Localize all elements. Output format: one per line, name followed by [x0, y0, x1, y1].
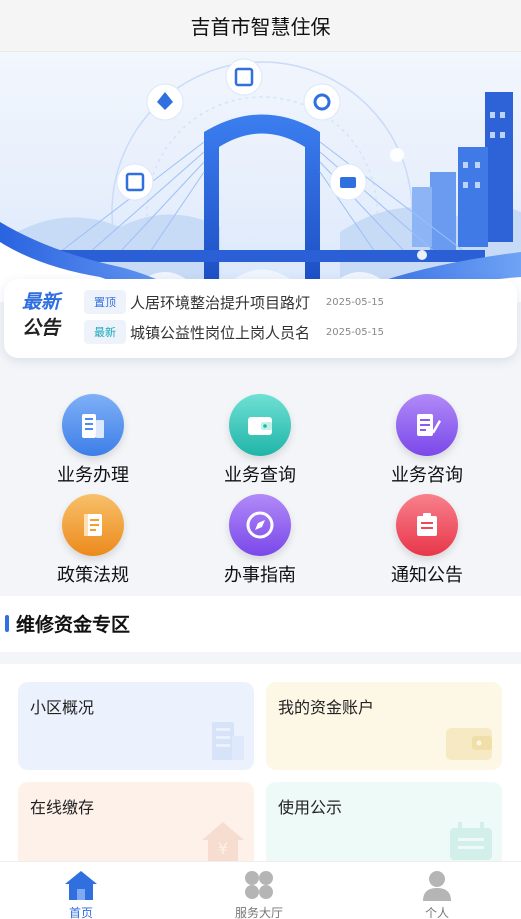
notice-text: 人居环境整治提升项目路灯	[130, 293, 311, 312]
service-label: 业务查询	[224, 465, 296, 486]
card-label: 使用公示	[278, 798, 343, 817]
service-notice[interactable]: 通知公告	[367, 494, 487, 594]
compass-icon	[229, 494, 291, 556]
service-label: 办事指南	[224, 565, 296, 586]
building-icon	[202, 714, 248, 768]
card-my-fund-account[interactable]: 我的资金账户	[266, 682, 502, 770]
home-icon	[21, 868, 141, 902]
section-title: 维修资金专区	[16, 614, 131, 636]
house-yuan-icon: ¥	[198, 814, 248, 868]
card-label: 小区概况	[30, 698, 95, 717]
tab-label: 个人	[424, 906, 449, 919]
page-title: 吉首市智慧住保	[190, 15, 331, 39]
card-usage-disclosure[interactable]: 使用公示	[266, 782, 502, 870]
service-label: 业务咨询	[391, 465, 463, 486]
notice-date: 2025-05-15	[325, 326, 384, 338]
tab-profile[interactable]: 个人	[377, 862, 497, 919]
notepad-icon	[396, 394, 458, 456]
service-business-query[interactable]: 业务查询	[200, 394, 320, 494]
card-label: 我的资金账户	[278, 698, 375, 717]
card-community-overview[interactable]: 小区概况	[18, 682, 254, 770]
grid-icon	[199, 868, 319, 902]
notice-logo-line2: 公告	[22, 317, 61, 339]
banner-image	[0, 52, 521, 302]
service-label: 政策法规	[57, 565, 129, 586]
book-icon	[62, 494, 124, 556]
notice-item-pinned[interactable]: 置顶 人居环境整治提升项目路灯 2025-05-15	[84, 289, 384, 315]
service-grid: 业务办理 业务查询 业务咨询 政策法规 办事指南 通知公告	[0, 380, 521, 590]
service-guide[interactable]: 办事指南	[200, 494, 320, 594]
notice-tag: 置顶	[84, 290, 126, 314]
tab-home[interactable]: 首页	[21, 862, 141, 919]
notice-item-latest[interactable]: 最新 城镇公益性岗位上岗人员名 2025-05-15	[84, 319, 384, 345]
card-online-deposit[interactable]: 在线缴存 ¥	[18, 782, 254, 870]
card-label: 在线缴存	[30, 798, 95, 817]
service-policy[interactable]: 政策法规	[33, 494, 153, 594]
tab-label: 首页	[68, 906, 93, 919]
maintenance-fund-section-header: 维修资金专区	[0, 596, 521, 652]
notice-logo: 最新 公告	[22, 289, 78, 349]
svg-text:¥: ¥	[218, 839, 228, 858]
user-icon	[377, 868, 497, 902]
bottom-tab-bar: 首页 服务大厅 个人	[0, 861, 521, 919]
wallet-icon	[229, 394, 291, 456]
notice-panel: 最新 公告 置顶 人居环境整治提升项目路灯 2025-05-15 最新 城镇公益…	[4, 279, 517, 358]
notice-logo-line1: 最新	[22, 291, 61, 313]
notice-tag: 最新	[84, 320, 126, 344]
fund-cards: 小区概况 我的资金账户 在线缴存 ¥ 使用公示	[0, 664, 521, 870]
notice-board-icon	[396, 494, 458, 556]
service-business-consult[interactable]: 业务咨询	[367, 394, 487, 494]
wallet-icon	[442, 714, 496, 768]
service-label: 业务办理	[57, 465, 129, 486]
tab-label: 服务大厅	[234, 906, 283, 919]
tab-service-hall[interactable]: 服务大厅	[199, 862, 319, 919]
app-header: 吉首市智慧住保	[0, 0, 521, 52]
service-label: 通知公告	[391, 565, 463, 586]
notice-date: 2025-05-15	[325, 296, 384, 308]
building-icon	[62, 394, 124, 456]
service-business-handling[interactable]: 业务办理	[33, 394, 153, 494]
notice-text: 城镇公益性岗位上岗人员名	[130, 323, 311, 342]
board-icon	[446, 814, 496, 868]
section-accent-bar	[5, 615, 9, 632]
